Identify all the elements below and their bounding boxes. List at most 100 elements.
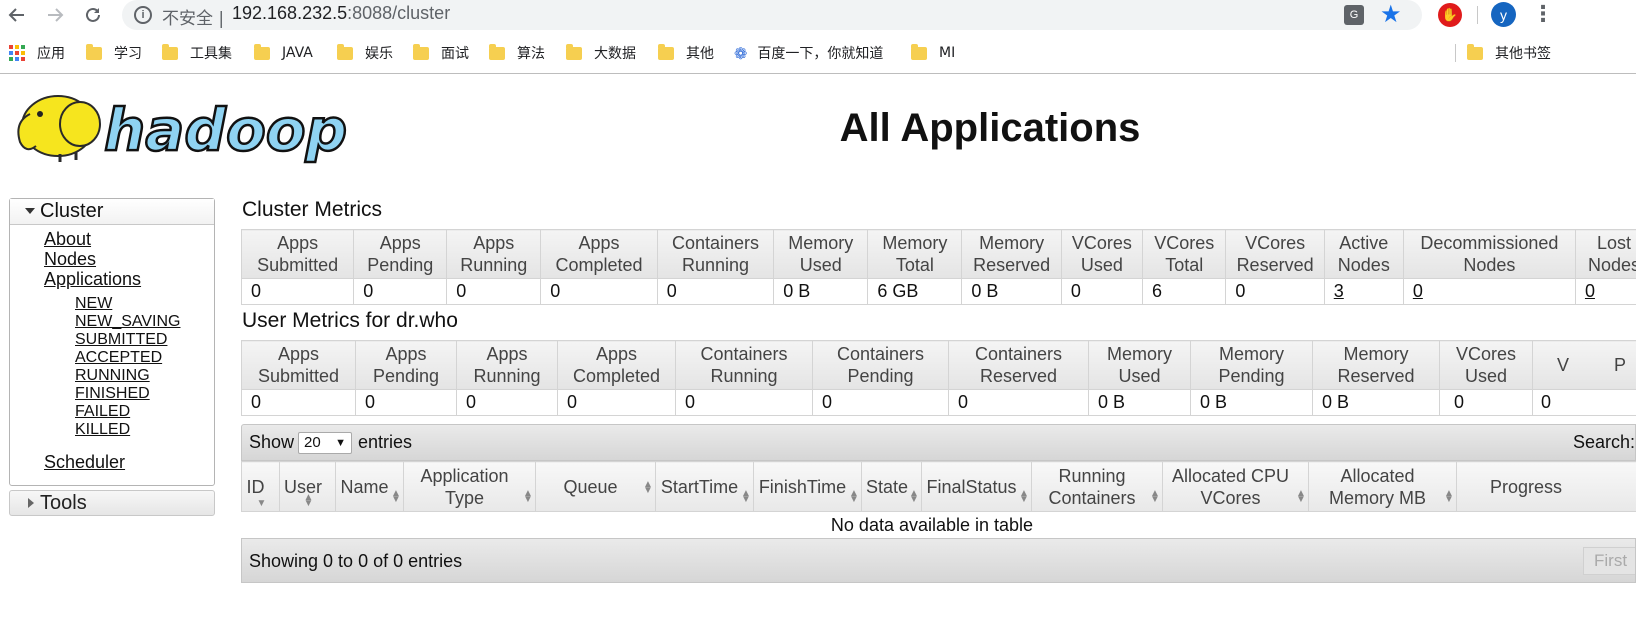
applications-table: ID ▼ User ▲ ▼ Name ▲ ▼ Application Type ▲ ▼ Que… [241, 461, 1636, 540]
search-label[interactable]: Search: [1573, 432, 1635, 453]
sort-header-final-status[interactable]: FinalStatus ▲ ▼ [921, 461, 1032, 512]
tools-nav-header[interactable]: Tools [9, 490, 215, 516]
folder-icon [566, 43, 582, 60]
bookmark-folder[interactable]: MI [911, 43, 955, 63]
column-header: Memory Reserved [1312, 340, 1440, 390]
column-header: Apps Pending [353, 229, 448, 279]
nav-link-state-new[interactable]: NEW [75, 295, 112, 313]
folder-icon [254, 43, 270, 60]
column-header: Containers Pending [812, 340, 949, 390]
reload-icon[interactable] [80, 2, 106, 28]
browser-menu-icon[interactable]: ⋮ [1532, 1, 1554, 27]
metric-value: 0 [456, 389, 558, 416]
metric-value: 0 B [1312, 389, 1440, 416]
nav-link-state-failed[interactable]: FAILED [75, 403, 130, 421]
metric-value: 6 [1142, 278, 1227, 305]
sort-header-application-type[interactable]: Application Type ▲ ▼ [403, 461, 536, 512]
address-bar[interactable]: i 不安全 | 192.168.232.5:8088/cluster G ★ [122, 0, 1422, 30]
table-info: Showing 0 to 0 of 0 entries [249, 551, 463, 571]
folder-icon [911, 43, 927, 60]
bookmark-other[interactable]: 其他书签 [1467, 43, 1551, 63]
triangle-down-icon [25, 208, 35, 214]
metric-value: 0 [675, 389, 813, 416]
sort-icon: ▲ ▼ [523, 488, 533, 505]
info-icon[interactable]: i [134, 6, 152, 24]
adblock-extension-icon[interactable]: ✋ [1438, 3, 1462, 27]
nav-link-state-new-saving[interactable]: NEW_SAVING [75, 313, 181, 331]
metric-value: 0 [1060, 278, 1144, 305]
bookmark-baidu[interactable]: ❁ 百度一下，你就知道 [734, 43, 883, 63]
nav-link-nodes[interactable]: Nodes [44, 249, 96, 270]
sort-icon: ▲ ▼ [391, 488, 401, 505]
column-header: V P [1532, 340, 1636, 390]
metric-value: 0 B [1088, 389, 1191, 416]
nav-link-state-killed[interactable]: KILLED [75, 421, 130, 439]
bookmark-folder[interactable]: 大数据 [566, 43, 636, 63]
sort-icon: ▲ ▼ [741, 488, 751, 505]
sort-header-progress[interactable]: Progress [1456, 461, 1636, 512]
bookmark-folder[interactable]: 其他 [658, 43, 714, 63]
sort-header-user[interactable]: User ▲ ▼ [279, 461, 336, 512]
sort-desc-icon: ▼ [256, 498, 267, 509]
profile-avatar[interactable]: y [1491, 2, 1516, 27]
url-text[interactable]: 192.168.232.5:8088/cluster [232, 3, 450, 24]
column-header: Apps Pending [355, 340, 457, 390]
metric-value: 0 B [773, 278, 869, 305]
sort-icon: ▲ ▼ [849, 488, 859, 505]
column-header: Memory Pending [1190, 340, 1313, 390]
bookmark-folder[interactable]: 算法 [489, 43, 545, 63]
bookmark-folder[interactable]: 工具集 [162, 43, 232, 63]
sort-icon: ▲ ▼ [303, 492, 314, 509]
apps-grid-icon [9, 45, 25, 61]
first-page-button[interactable]: First [1583, 547, 1635, 575]
cluster-nav-header[interactable]: Cluster [10, 199, 214, 225]
nav-link-state-submitted[interactable]: SUBMITTED [75, 331, 167, 349]
translate-icon[interactable]: G [1344, 5, 1364, 25]
metric-value: 0 [812, 389, 949, 416]
bookmark-folder[interactable]: JAVA [254, 43, 313, 63]
sort-header-state[interactable]: State ▲ ▼ [861, 461, 922, 512]
sort-header-start-time[interactable]: StartTime ▲ ▼ [655, 461, 754, 512]
table-footer: Showing 0 to 0 of 0 entries First [241, 538, 1636, 583]
column-header: Lost Nodes [1574, 229, 1636, 279]
page-size-select[interactable]: 20 ▼ [298, 432, 352, 454]
column-header: VCores Used [1060, 229, 1144, 279]
metric-value: 0 [355, 389, 457, 416]
column-header: Apps Submitted [240, 229, 355, 279]
column-header: Apps Completed [540, 229, 658, 279]
bookmark-apps[interactable]: 应用 [9, 43, 65, 63]
nav-link-about[interactable]: About [44, 229, 91, 250]
nav-link-state-finished[interactable]: FINISHED [75, 385, 150, 403]
folder-icon [337, 43, 353, 60]
metric-value: 0 [240, 278, 355, 305]
metric-value: 0 [557, 389, 676, 416]
back-arrow-icon[interactable] [4, 2, 30, 28]
decommissioned-nodes-link[interactable]: 0 [1402, 278, 1576, 305]
sort-header-queue[interactable]: Queue ▲ ▼ [535, 461, 656, 512]
metric-value: 0 [656, 278, 775, 305]
bookmarks-bar: 应用 学习 工具集 JAVA 娱乐 面试 算法 大数据 其他 ❁ 百度一下，你就知… [0, 38, 1636, 68]
user-metrics-table: Apps Submitted Apps Pending Apps Running… [241, 340, 1636, 416]
bookmark-folder[interactable]: 娱乐 [337, 43, 393, 63]
sort-header-allocated-memory[interactable]: Allocated Memory MB ▲ ▼ [1308, 461, 1457, 512]
column-header: Active Nodes [1323, 229, 1404, 279]
sort-header-finish-time[interactable]: FinishTime ▲ ▼ [753, 461, 862, 512]
bookmark-folder[interactable]: 面试 [413, 43, 469, 63]
sort-header-running-containers[interactable]: Running Containers ▲ ▼ [1031, 461, 1163, 512]
nav-link-state-running[interactable]: RUNNING [75, 367, 150, 385]
forward-arrow-icon[interactable] [42, 2, 68, 28]
nav-link-applications[interactable]: Applications [44, 269, 141, 290]
active-nodes-link[interactable]: 3 [1323, 278, 1404, 305]
table-row: 0 0 0 0 0 0 0 0 B 0 B 0 B 0 0 [241, 389, 1636, 416]
hadoop-logo[interactable]: hadoop [10, 84, 370, 170]
bookmark-folder[interactable]: 学习 [86, 43, 142, 63]
browser-toolbar: i 不安全 | 192.168.232.5:8088/cluster G ★ ✋… [0, 0, 1636, 30]
sort-header-id[interactable]: ID ▼ [241, 461, 280, 512]
bookmark-star-icon[interactable]: ★ [1380, 0, 1402, 29]
sort-header-allocated-cpu[interactable]: Allocated CPU VCores ▲ ▼ [1162, 461, 1309, 512]
lost-nodes-link[interactable]: 0 [1574, 278, 1636, 305]
sort-icon: ▲ ▼ [1444, 488, 1454, 505]
nav-link-scheduler[interactable]: Scheduler [44, 452, 125, 473]
sort-header-name[interactable]: Name ▲ ▼ [335, 461, 404, 512]
nav-link-state-accepted[interactable]: ACCEPTED [75, 349, 162, 367]
